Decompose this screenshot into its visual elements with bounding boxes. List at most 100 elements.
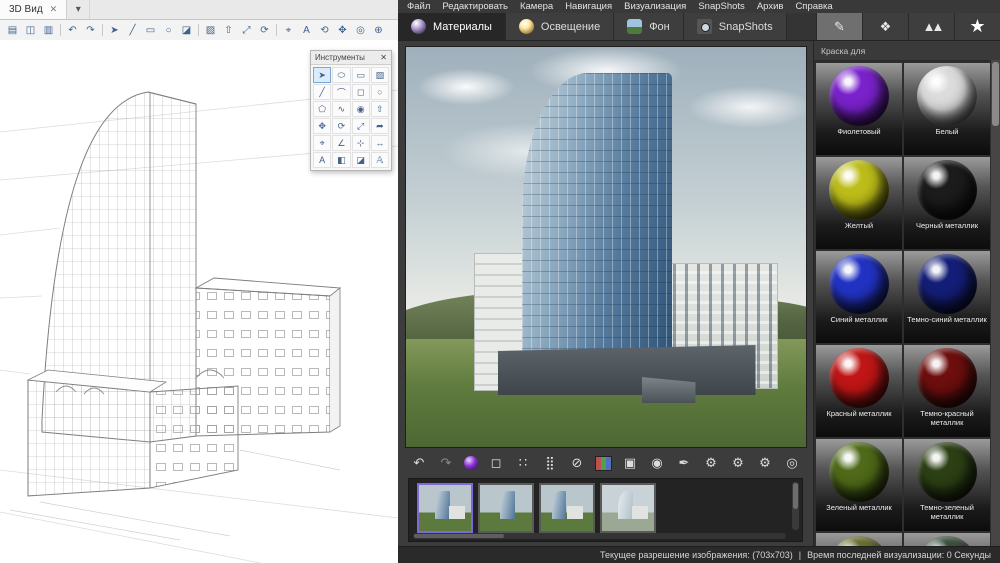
tab-3d-view[interactable]: 3D Вид ✕ bbox=[0, 0, 67, 19]
object-cube-icon[interactable]: ◻ bbox=[487, 455, 505, 471]
disable-icon[interactable]: ⊘ bbox=[568, 455, 586, 471]
tab-background[interactable]: Фон bbox=[614, 13, 684, 40]
material-swatch-violet[interactable]: Фиолетовый bbox=[816, 63, 902, 155]
freehand-tool-icon[interactable]: ∿ bbox=[332, 101, 350, 117]
dimension-tool-icon[interactable]: ↔ bbox=[371, 135, 389, 151]
close-icon[interactable]: ✕ bbox=[50, 4, 58, 15]
render-thumb-2[interactable] bbox=[478, 483, 534, 533]
menu-file[interactable]: Файл bbox=[401, 1, 436, 12]
close-icon[interactable]: ✕ bbox=[380, 53, 387, 62]
open-icon[interactable]: ▤ bbox=[4, 22, 21, 38]
tab-materials[interactable]: Материалы bbox=[398, 13, 506, 40]
thumbs-horizontal-scrollbar[interactable] bbox=[413, 533, 786, 539]
menu-help[interactable]: Справка bbox=[789, 1, 838, 12]
tape-measure-tool-icon[interactable]: ⌖ bbox=[313, 135, 331, 151]
select-tool-icon[interactable]: ➤ bbox=[313, 67, 331, 83]
3d-text-tool-icon[interactable]: 𝔸 bbox=[371, 152, 389, 168]
gear-add-icon[interactable]: ⚙ bbox=[702, 455, 720, 471]
camera-icon[interactable]: ◉ bbox=[648, 455, 666, 471]
eraser-tool-icon[interactable]: ◪ bbox=[352, 152, 370, 168]
paint-icon[interactable]: ▨ bbox=[202, 22, 219, 38]
push-pull-icon[interactable]: ⇧ bbox=[220, 22, 237, 38]
color-grid-icon[interactable] bbox=[595, 456, 612, 471]
paint-brush-tab[interactable]: ✎ bbox=[816, 13, 862, 40]
instances-icon[interactable]: ∷ bbox=[514, 455, 532, 471]
rotate-icon[interactable]: ⟳ bbox=[256, 22, 273, 38]
offset-tool-icon[interactable]: ◉ bbox=[352, 101, 370, 117]
menu-archive[interactable]: Архив bbox=[751, 1, 790, 12]
favorites-star-tab[interactable]: ★ bbox=[954, 13, 1000, 40]
menu-camera[interactable]: Камера bbox=[514, 1, 559, 12]
undo-icon[interactable]: ↶ bbox=[410, 455, 428, 471]
menu-navigation[interactable]: Навигация bbox=[559, 1, 618, 12]
pan-icon[interactable]: ✥ bbox=[334, 22, 351, 38]
section-tool-icon[interactable]: ◧ bbox=[332, 152, 350, 168]
scale-tool-icon[interactable]: ⤢ bbox=[352, 118, 370, 134]
tab-lighting[interactable]: Освещение bbox=[506, 13, 614, 40]
arc-tool-icon[interactable]: ⌒ bbox=[332, 84, 350, 100]
follow-me-tool-icon[interactable]: ➦ bbox=[371, 118, 389, 134]
material-swatch-partial-1[interactable] bbox=[816, 533, 902, 546]
lasso-tool-icon[interactable]: ⬭ bbox=[332, 67, 350, 83]
material-swatch-green-metallic[interactable]: Зеленый металлик bbox=[816, 439, 902, 531]
render-preview[interactable] bbox=[405, 46, 807, 448]
eraser-icon[interactable]: ◪ bbox=[178, 22, 195, 38]
palette-tab[interactable]: ❖ bbox=[862, 13, 908, 40]
eyedropper-icon[interactable]: ✒ bbox=[675, 455, 693, 471]
material-swatch-red-metallic[interactable]: Красный металлик bbox=[816, 345, 902, 437]
rectangle-icon[interactable]: ▭ bbox=[142, 22, 159, 38]
line-tool-icon[interactable]: ╱ bbox=[313, 84, 331, 100]
render-thumb-4[interactable] bbox=[600, 483, 656, 533]
menu-snapshots[interactable]: SnapShots bbox=[692, 1, 750, 12]
zoom-tool-icon[interactable]: ◎ bbox=[783, 455, 801, 471]
polygon-tool-icon[interactable]: ⬠ bbox=[313, 101, 331, 117]
gears-icon[interactable]: ⚙ bbox=[729, 455, 747, 471]
menu-edit[interactable]: Редактировать bbox=[436, 1, 514, 12]
gear-icon[interactable]: ⚙ bbox=[756, 455, 774, 471]
undo-icon[interactable]: ↶ bbox=[64, 22, 81, 38]
rotate-tool-icon[interactable]: ⟳ bbox=[332, 118, 350, 134]
settings-icon[interactable]: ⊕ bbox=[370, 22, 387, 38]
measure-icon[interactable]: ⌖ bbox=[280, 22, 297, 38]
material-swatch-yellow[interactable]: Желтый bbox=[816, 157, 902, 249]
save-icon[interactable]: ◫ bbox=[22, 22, 39, 38]
tools-palette[interactable]: Инструменты ✕ ➤ ⬭ ▭ ▨ ╱ ⌒ ◻ ○ ⬠ ∿ ◉ ⇧ ✥ bbox=[310, 50, 392, 171]
redo-icon[interactable]: ↷ bbox=[82, 22, 99, 38]
material-swatch-darkblue-metallic[interactable]: Темно-синий металлик bbox=[904, 251, 990, 343]
text-icon[interactable]: A bbox=[298, 22, 315, 38]
menu-render[interactable]: Визуализация bbox=[618, 1, 692, 12]
push-pull-tool-icon[interactable]: ⇧ bbox=[371, 101, 389, 117]
axes-tool-icon[interactable]: ⊹ bbox=[352, 135, 370, 151]
move-icon[interactable]: ⤢ bbox=[238, 22, 255, 38]
landscape-tab[interactable]: ▲▲ bbox=[908, 13, 954, 40]
circle-icon[interactable]: ○ bbox=[160, 22, 177, 38]
text-tool-icon[interactable]: A bbox=[313, 152, 331, 168]
material-swatch-black-metallic[interactable]: Черный металлик bbox=[904, 157, 990, 249]
render-thumb-3[interactable] bbox=[539, 483, 595, 533]
select-icon[interactable]: ➤ bbox=[106, 22, 123, 38]
zoom-icon[interactable]: ◎ bbox=[352, 22, 369, 38]
material-swatch-partial-2[interactable] bbox=[904, 533, 990, 546]
material-swatch-blue-metallic[interactable]: Синий металлик bbox=[816, 251, 902, 343]
rect-select-tool-icon[interactable]: ▭ bbox=[352, 67, 370, 83]
tools-palette-titlebar[interactable]: Инструменты ✕ bbox=[311, 51, 391, 65]
frame-grid-icon[interactable]: ▣ bbox=[621, 455, 639, 471]
paint-tool-icon[interactable]: ▨ bbox=[371, 67, 389, 83]
material-sphere-icon[interactable] bbox=[464, 456, 478, 470]
redo-icon[interactable]: ↷ bbox=[437, 455, 455, 471]
modeler-viewport[interactable]: Инструменты ✕ ➤ ⬭ ▭ ▨ ╱ ⌒ ◻ ○ ⬠ ∿ ◉ ⇧ ✥ bbox=[0, 40, 398, 563]
rectangle-tool-icon[interactable]: ◻ bbox=[352, 84, 370, 100]
line-icon[interactable]: ╱ bbox=[124, 22, 141, 38]
tab-snapshots[interactable]: SnapShots bbox=[684, 13, 787, 40]
protractor-tool-icon[interactable]: ∠ bbox=[332, 135, 350, 151]
circle-tool-icon[interactable]: ○ bbox=[371, 84, 389, 100]
material-swatch-darkgreen-metallic[interactable]: Темно-зеленый металлик bbox=[904, 439, 990, 531]
materials-scrollbar[interactable] bbox=[991, 60, 1000, 546]
thumbs-vertical-scrollbar[interactable] bbox=[792, 482, 799, 530]
material-swatch-darkred-metallic[interactable]: Темно-красный металлик bbox=[904, 345, 990, 437]
material-swatch-white[interactable]: Белый bbox=[904, 63, 990, 155]
move-tool-icon[interactable]: ✥ bbox=[313, 118, 331, 134]
orbit-icon[interactable]: ⟲ bbox=[316, 22, 333, 38]
add-tab-button[interactable]: ▾ bbox=[67, 0, 90, 19]
print-icon[interactable]: ▥ bbox=[40, 22, 57, 38]
